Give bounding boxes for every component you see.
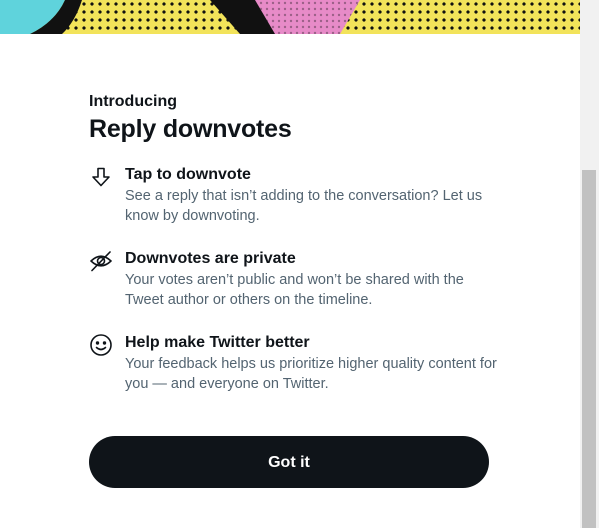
feature-description: Your votes aren’t public and won’t be sh…: [125, 272, 464, 308]
dialog-content: Introducing Reply downvotes: [89, 92, 509, 144]
feature-title: Help make Twitter better: [125, 334, 310, 351]
got-it-button[interactable]: Got it: [89, 436, 489, 488]
scrollbar-thumb[interactable]: [582, 170, 596, 528]
eye-slash-icon: [89, 249, 113, 273]
scrollbar[interactable]: [580, 0, 599, 528]
feature-title: Tap to downvote: [125, 166, 251, 183]
dialog-title: Reply downvotes: [89, 115, 292, 143]
feature-description: Your feedback helps us prioritize higher…: [125, 356, 497, 392]
feature-title: Downvotes are private: [125, 250, 296, 267]
eyebrow-label: Introducing: [89, 93, 177, 110]
feature-description: See a reply that isn’t adding to the con…: [125, 188, 483, 224]
hero-illustration: [0, 0, 580, 34]
dialog-page: Introducing Reply downvotes Tap to downv…: [0, 0, 599, 528]
smiley-face-icon: [89, 333, 113, 357]
downvote-arrow-icon: [89, 165, 113, 189]
